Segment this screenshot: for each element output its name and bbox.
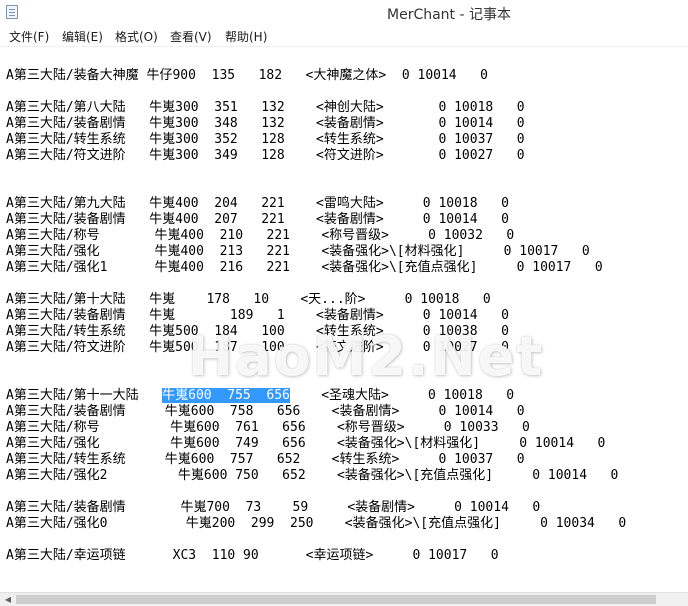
text-line: A第三大陆/转生系统 牛嵬300 352 128 <转生系统> 0 10037 … bbox=[6, 132, 525, 147]
text-line: A第三大陆/第八大陆 牛嵬300 351 132 <神创大陆> 0 10018 … bbox=[6, 100, 525, 115]
text-line: A第三大陆/装备剧情 牛嵬300 348 132 <装备剧情> 0 10014 … bbox=[6, 116, 525, 131]
text-editor[interactable]: A第三大陆/装备大神魔 牛仔900 135 182 <大神魔之体> 0 1001… bbox=[0, 47, 688, 592]
text-line: A第三大陆/第九大陆 牛嵬400 204 221 <雷鸣大陆> 0 10018 … bbox=[6, 196, 509, 211]
text-line: A第三大陆/装备剧情 牛嵬400 207 221 <装备剧情> 0 10014 … bbox=[6, 212, 509, 227]
text-line: A第三大陆/称号 牛嵬400 210 221 <称号晋级> 0 10032 0 bbox=[6, 228, 515, 243]
menu-view[interactable]: 查看(V) bbox=[170, 28, 212, 45]
text-line: A第三大陆/符文进阶 牛嵬500 187 100 <符文进阶> 0 10027 … bbox=[6, 340, 509, 355]
scrollbar-thumb[interactable] bbox=[16, 595, 656, 604]
text-line: A第三大陆/转生系统 牛嵬600 757 652 <转生系统> 0 10037 … bbox=[6, 452, 525, 467]
title-bar[interactable]: MerChant - 记事本 bbox=[0, 0, 688, 26]
text-line: A第三大陆/称号 牛嵬600 761 656 <称号晋级> 0 10033 0 bbox=[6, 420, 530, 435]
menu-file[interactable]: 文件(F) bbox=[9, 28, 49, 45]
menu-format[interactable]: 格式(O) bbox=[115, 28, 158, 45]
text-line: A第三大陆/装备大神魔 牛仔900 135 182 <大神魔之体> 0 1001… bbox=[6, 68, 488, 83]
line-prefix: A第三大陆/第十一大陆 bbox=[6, 388, 163, 403]
text-line: A第三大陆/幸运项链 XC3 110 90 <幸运项链> 0 10017 0 bbox=[6, 548, 499, 563]
text-line: A第三大陆/转生系统 牛嵬500 184 100 <转生系统> 0 10038 … bbox=[6, 324, 509, 339]
menu-help[interactable]: 帮助(H) bbox=[225, 28, 267, 45]
scroll-left-arrow-icon[interactable]: ◀ bbox=[3, 594, 13, 606]
menu-bar: 文件(F) 编辑(E) 格式(O) 查看(V) 帮助(H) bbox=[0, 25, 688, 47]
text-line-selected: A第三大陆/第十一大陆 牛嵬600 755 656 <圣魂大陆> 0 10018… bbox=[6, 387, 514, 404]
horizontal-scrollbar[interactable]: ◀ bbox=[0, 592, 688, 606]
text-line: A第三大陆/第十大陆 牛嵬 178 10 <天...阶> 0 10018 0 bbox=[6, 292, 491, 307]
text-line: A第三大陆/强化 牛嵬600 749 656 <装备强化>\[材料强化] 0 1… bbox=[6, 436, 606, 451]
text-line: A第三大陆/强化 牛嵬400 213 221 <装备强化>\[材料强化] 0 1… bbox=[6, 244, 590, 259]
window-title: MerChant - 记事本 bbox=[387, 7, 511, 23]
text-line: A第三大陆/装备剧情 牛嵬 189 1 <装备剧情> 0 10014 0 bbox=[6, 308, 509, 323]
line-suffix: <圣魂大陆> 0 10018 0 bbox=[289, 388, 515, 403]
text-line: A第三大陆/装备剧情 牛嵬700 73 59 <装备剧情> 0 10014 0 bbox=[6, 500, 541, 515]
text-line: A第三大陆/强化0 牛嵬200 299 250 <装备强化>\[充值点强化] 0… bbox=[6, 516, 627, 531]
text-selection[interactable]: 牛嵬600 755 656 bbox=[162, 388, 290, 403]
text-line: A第三大陆/装备剧情 牛嵬600 758 656 <装备剧情> 0 10014 … bbox=[6, 404, 525, 419]
text-line: A第三大陆/强化1 牛嵬400 216 221 <装备强化>\[充值点强化] 0… bbox=[6, 260, 603, 275]
text-line: A第三大陆/强化2 牛嵬600 750 652 <装备强化>\[充值点强化] 0… bbox=[6, 468, 619, 483]
menu-edit[interactable]: 编辑(E) bbox=[62, 28, 103, 45]
text-line: A第三大陆/符文进阶 牛嵬300 349 128 <符文进阶> 0 10027 … bbox=[6, 148, 525, 163]
